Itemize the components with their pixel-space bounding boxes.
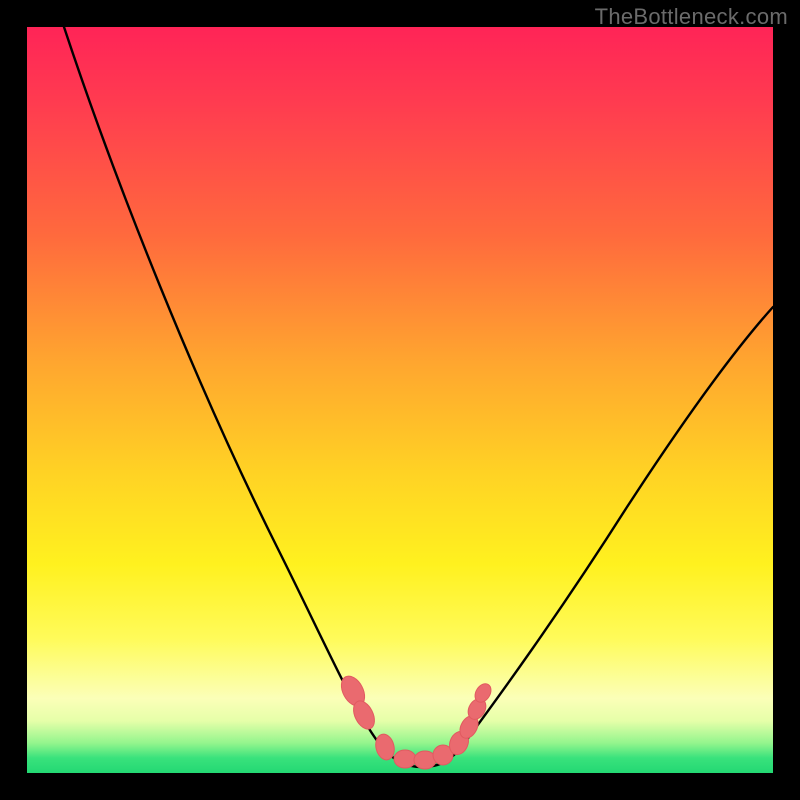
bottleneck-curve (64, 27, 773, 767)
curve-layer (27, 27, 773, 773)
chart-frame: TheBottleneck.com (0, 0, 800, 800)
plot-area (27, 27, 773, 773)
highlighted-points (337, 672, 495, 769)
watermark-text: TheBottleneck.com (595, 4, 788, 30)
